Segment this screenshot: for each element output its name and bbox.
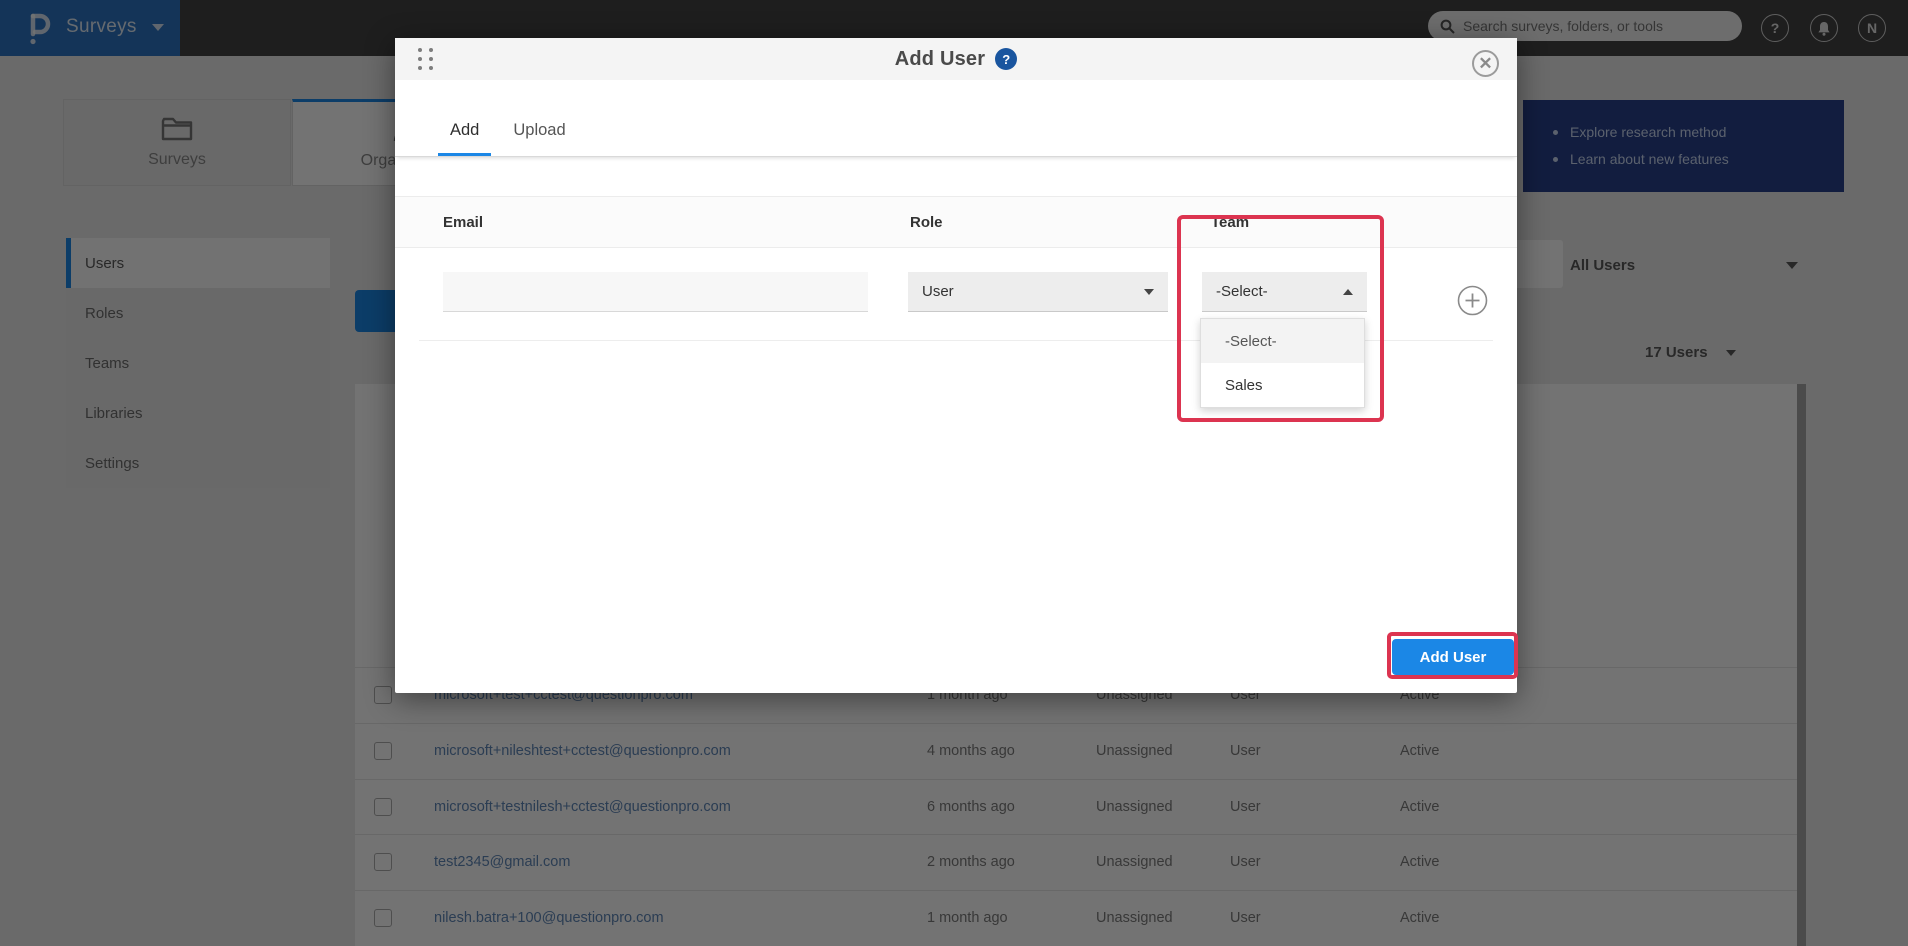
tab-upload[interactable]: Upload <box>501 121 577 156</box>
chevron-up-icon <box>1343 289 1353 295</box>
team-dropdown-option[interactable]: Sales <box>1201 363 1364 407</box>
add-user-button[interactable]: Add User <box>1392 639 1514 675</box>
tab-add[interactable]: Add <box>438 121 491 156</box>
app-root: Surveys ? N Surveys Organization Explore… <box>0 0 1908 946</box>
add-user-modal: Add User ? ✕ Add Upload Email Role Team … <box>395 38 1517 693</box>
column-header-email: Email <box>443 214 483 231</box>
team-select-value: -Select- <box>1216 283 1268 300</box>
chevron-down-icon <box>1144 289 1154 295</box>
drag-handle-icon[interactable] <box>418 48 436 71</box>
modal-tabbar: Add Upload <box>395 80 1517 157</box>
close-icon[interactable]: ✕ <box>1472 50 1499 77</box>
team-dropdown-menu: -Select- Sales <box>1200 318 1365 408</box>
email-field[interactable] <box>443 272 868 312</box>
column-header-role: Role <box>910 214 943 231</box>
role-select-value: User <box>922 283 954 300</box>
add-row-plus-icon[interactable] <box>1457 285 1488 316</box>
form-column-headers: Email Role Team <box>395 196 1517 248</box>
role-select[interactable]: User <box>908 272 1168 312</box>
modal-help-icon[interactable]: ? <box>995 48 1017 70</box>
modal-title: Add User <box>895 48 986 71</box>
column-header-team: Team <box>1211 214 1249 231</box>
team-select[interactable]: -Select- <box>1202 272 1367 312</box>
team-dropdown-option[interactable]: -Select- <box>1201 319 1364 363</box>
modal-header: Add User ? <box>395 38 1517 80</box>
